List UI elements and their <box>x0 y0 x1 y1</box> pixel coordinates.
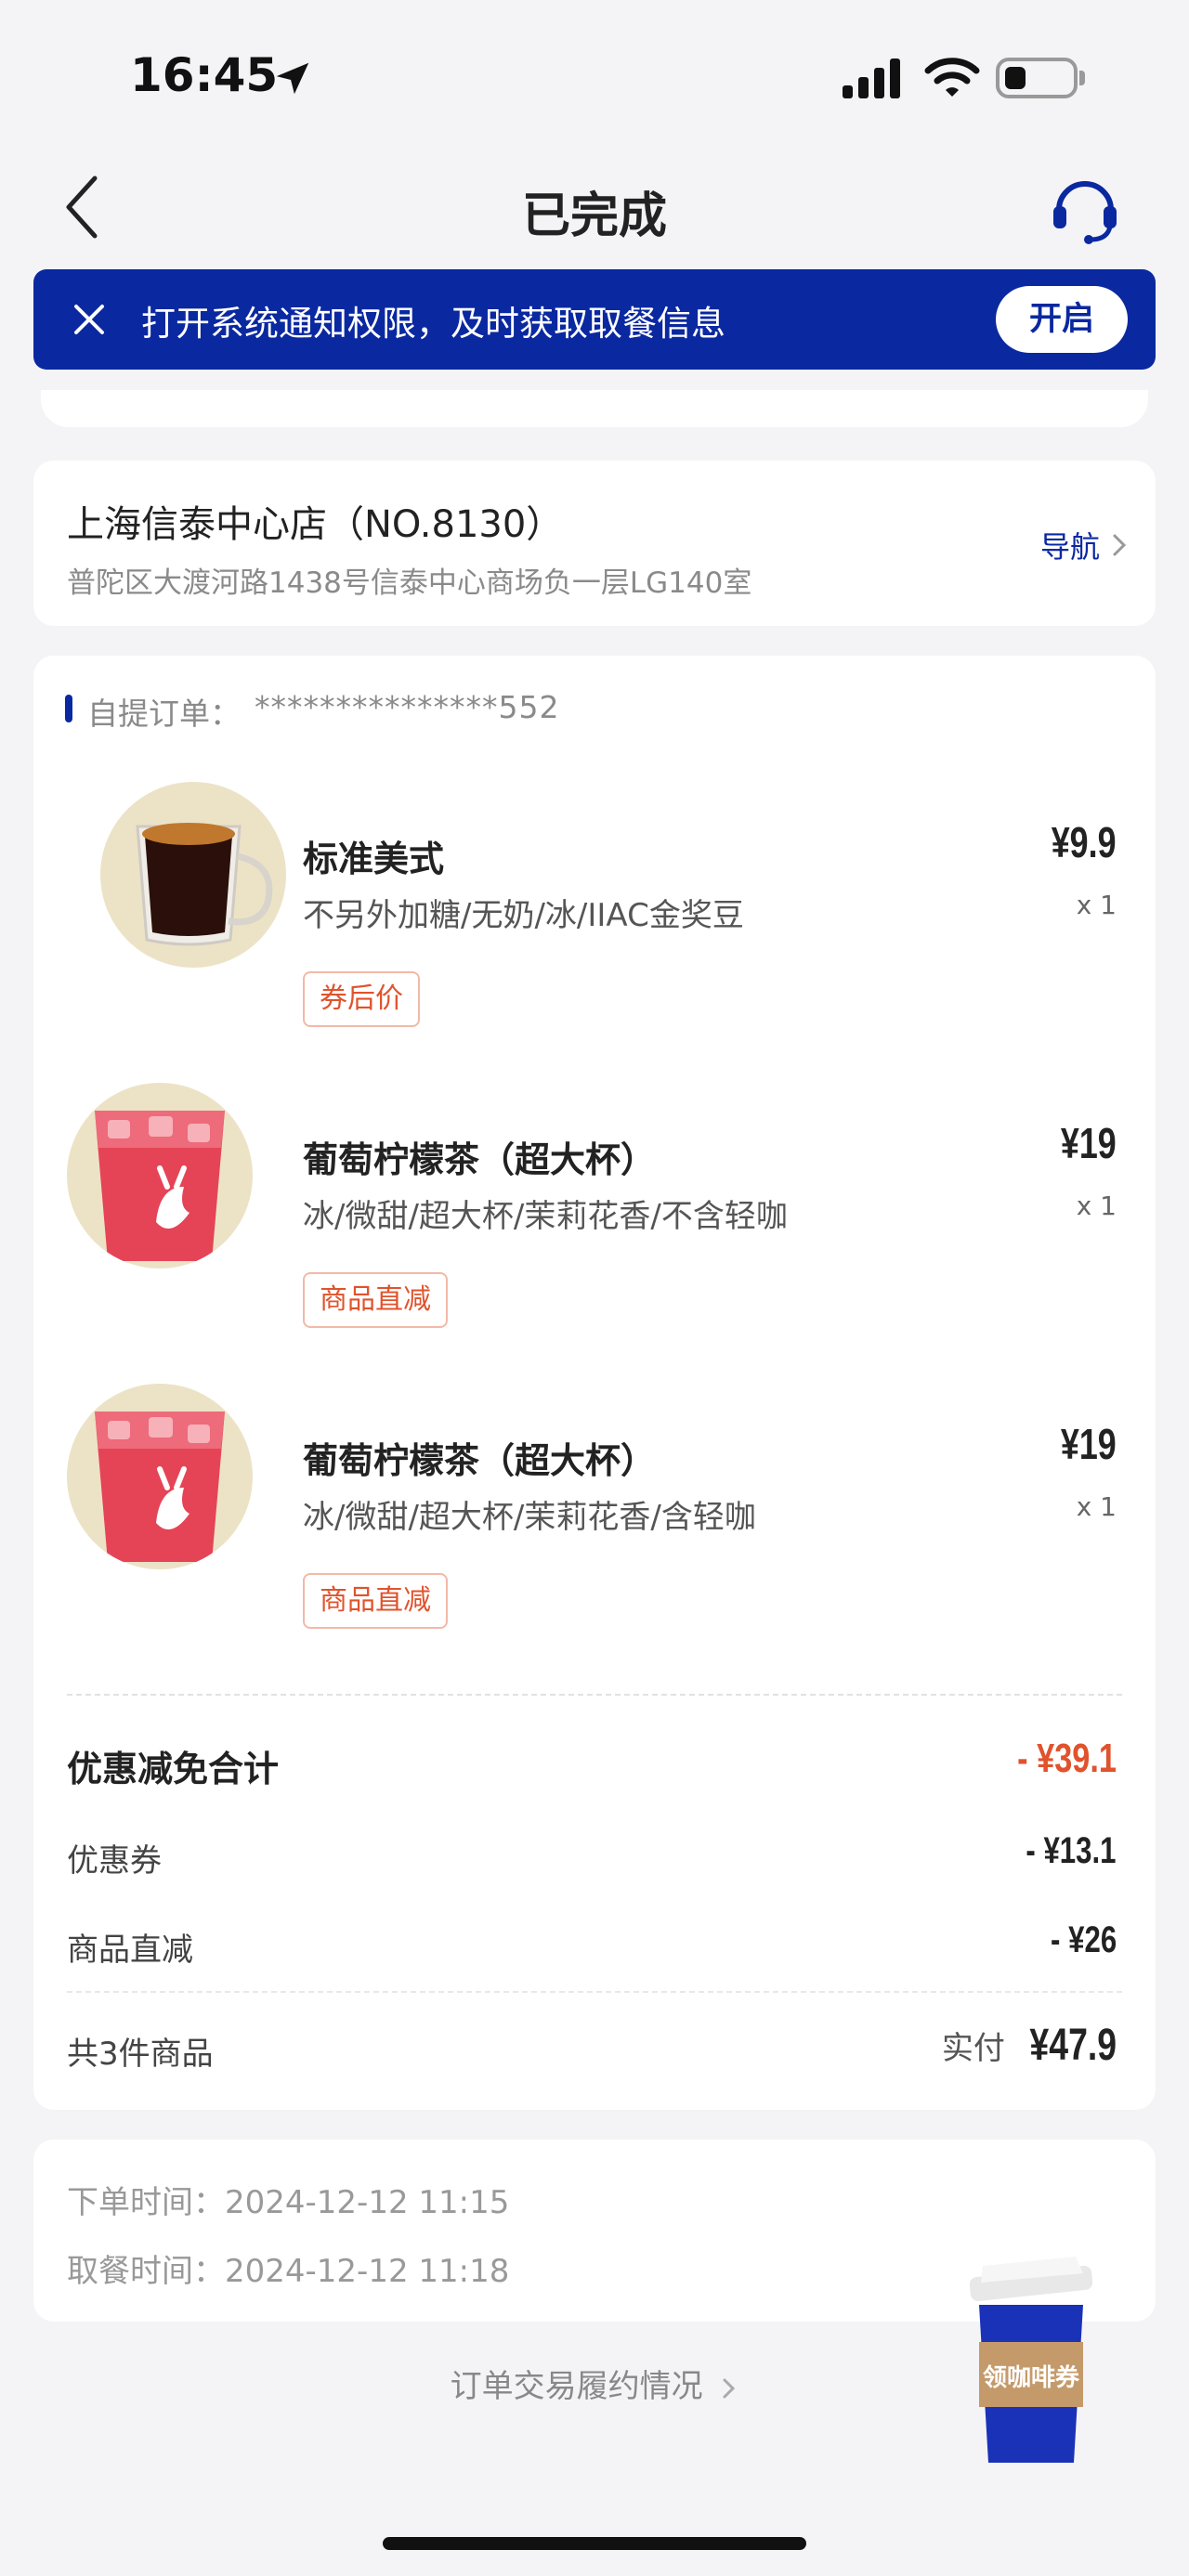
close-icon[interactable] <box>71 301 108 338</box>
item-price: ¥9.9 <box>1052 818 1117 866</box>
customer-service-headset-icon[interactable] <box>1050 171 1120 245</box>
direct-discount-value: - ¥26 <box>1050 1919 1117 1960</box>
pickup-time-label: 取餐时间： <box>67 2253 225 2290</box>
chevron-right-icon <box>723 2378 736 2398</box>
order-time-label: 下单时间： <box>67 2184 225 2221</box>
paid-amount: 实付 ¥47.9 <box>942 2019 1117 2071</box>
chevron-right-icon <box>1113 534 1127 556</box>
order-time-value: 2024-12-12 11:15 <box>225 2184 510 2221</box>
enable-notification-button[interactable]: 开启 <box>996 286 1128 353</box>
order-time-row: 下单时间：2024-12-12 11:15 <box>67 2177 509 2222</box>
grape-lemon-tea-image <box>67 1384 253 1569</box>
item-price: ¥19 <box>1061 1119 1117 1167</box>
dashed-divider <box>67 1694 1122 1696</box>
location-arrow-icon <box>276 62 309 95</box>
signal-icon <box>843 59 900 98</box>
item-qty: x 1 <box>1076 1190 1117 1221</box>
summary-divider <box>67 1991 1122 1993</box>
order-number: ***************552 <box>255 689 560 725</box>
item-specs: 冰/微甜/超大杯/茉莉花香/含轻咖 <box>303 1499 756 1536</box>
coffee-cup-icon <box>969 2257 1093 2463</box>
wifi-icon <box>924 58 980 97</box>
previous-card-edge <box>41 390 1148 427</box>
item-qty: x 1 <box>1076 1491 1117 1522</box>
order-type-label: 自提订单： <box>87 696 241 732</box>
order-card: 自提订单： ***************552 标准美式 不另外加糖/无奶/冰… <box>33 656 1156 2110</box>
discount-total-value: - ¥39.1 <box>1017 1736 1117 1781</box>
item-qty: x 1 <box>1076 890 1117 920</box>
notification-text: 打开系统通知权限，及时获取取餐信息 <box>141 304 725 344</box>
page-title: 已完成 <box>521 189 667 244</box>
item-tag: 商品直减 <box>303 1573 448 1629</box>
coupon-label: 优惠券 <box>67 1842 162 1880</box>
item-tag: 商品直减 <box>303 1272 448 1328</box>
item-name: 标准美式 <box>303 839 445 879</box>
order-fulfillment-label: 订单交易履约情况 <box>450 2368 703 2405</box>
battery-cap <box>1079 71 1085 85</box>
status-time: 16:45 <box>130 48 279 102</box>
store-card: 上海信泰中心店（NO.8130） 普陀区大渡河路1438号信泰中心商场负一层LG… <box>33 461 1156 626</box>
notification-banner: 打开系统通知权限，及时获取取餐信息 开启 <box>33 269 1156 370</box>
navigate-label: 导航 <box>1039 529 1100 565</box>
item-name: 葡萄柠檬茶（超大杯） <box>303 1139 657 1180</box>
discount-total-label: 优惠减免合计 <box>67 1749 280 1789</box>
order-accent-bar <box>65 695 72 722</box>
item-tag: 券后价 <box>303 971 420 1027</box>
paid-label: 实付 <box>941 2029 1005 2067</box>
navigate-link[interactable]: 导航 <box>1040 524 1130 566</box>
store-name: 上海信泰中心店（NO.8130） <box>67 503 564 546</box>
store-address: 普陀区大渡河路1438号信泰中心商场负一层LG140室 <box>67 566 752 600</box>
direct-discount-label: 商品直减 <box>67 1932 193 1969</box>
pickup-time-value: 2024-12-12 11:18 <box>225 2253 510 2290</box>
paid-value: ¥47.9 <box>1029 2021 1117 2070</box>
coupon-cup-label: 领咖啡券 <box>982 2364 1079 2392</box>
coupon-value: - ¥13.1 <box>1026 1830 1117 1871</box>
item-specs: 不另外加糖/无奶/冰/IIAC金奖豆 <box>303 897 744 934</box>
item-name: 葡萄柠檬茶（超大杯） <box>303 1440 657 1481</box>
grape-lemon-tea-image <box>67 1083 253 1268</box>
floating-coffee-coupon[interactable]: 领咖啡券 <box>966 2238 1096 2470</box>
item-price: ¥19 <box>1061 1420 1117 1468</box>
home-indicator <box>383 2537 806 2550</box>
item-specs: 冰/微甜/超大杯/茉莉花香/不含轻咖 <box>303 1198 788 1235</box>
item-count-label: 共3件商品 <box>67 2036 214 2073</box>
pickup-time-row: 取餐时间：2024-12-12 11:18 <box>67 2245 509 2291</box>
battery-icon <box>996 58 1078 98</box>
americano-image <box>100 782 286 968</box>
